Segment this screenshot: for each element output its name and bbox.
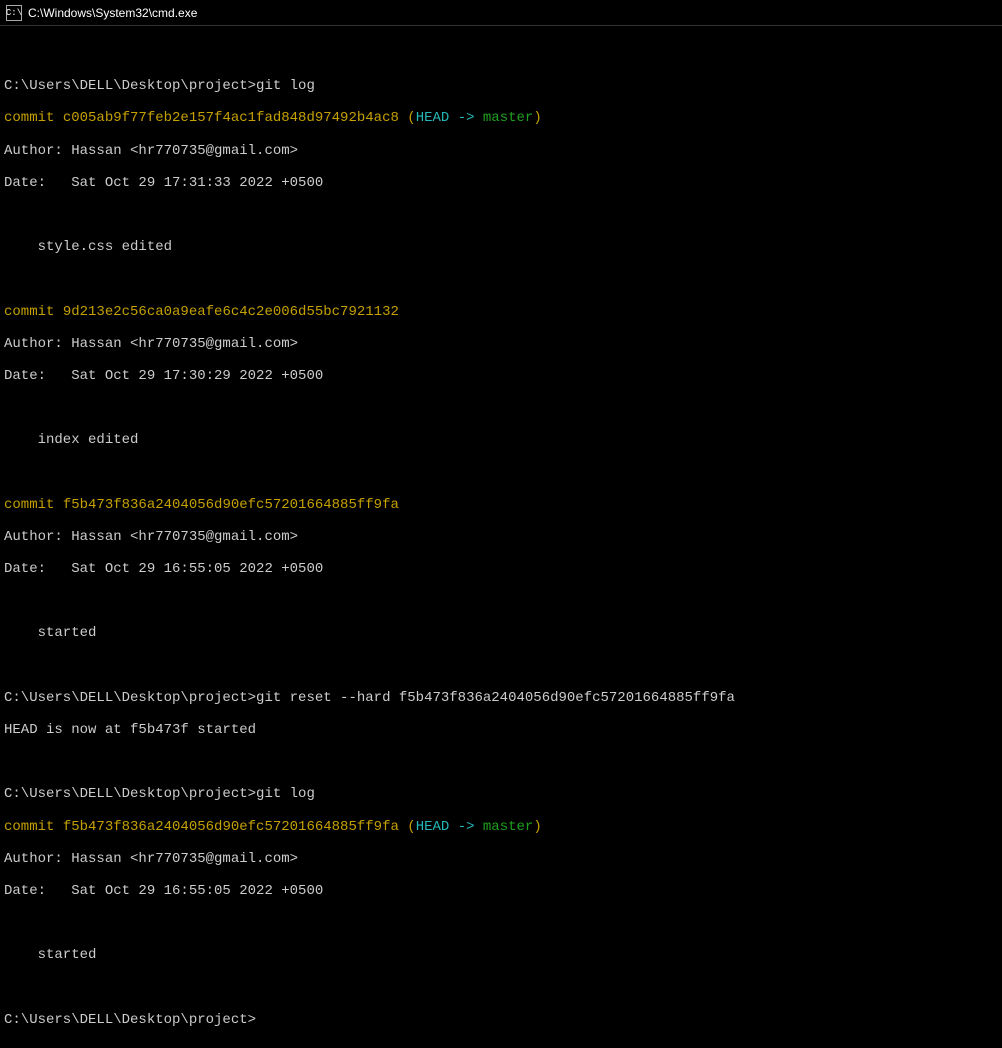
command: git log: [256, 786, 315, 802]
prompt-line: C:\Users\DELL\Desktop\project>git log: [4, 786, 998, 802]
branch-ref: master: [483, 819, 533, 835]
prompt-line: C:\Users\DELL\Desktop\project>git reset …: [4, 690, 998, 706]
commit-hash: c005ab9f77feb2e157f4ac1fad848d97492b4ac8: [63, 110, 399, 126]
commit-line: commit 9d213e2c56ca0a9eafe6c4c2e006d55bc…: [4, 304, 998, 320]
prompt: C:\Users\DELL\Desktop\project>: [4, 1012, 256, 1028]
date-line: Date: Sat Oct 29 16:55:05 2022 +0500: [4, 561, 998, 577]
blank-line: [4, 754, 998, 770]
date-line: Date: Sat Oct 29 17:30:29 2022 +0500: [4, 368, 998, 384]
author-line: Author: Hassan <hr770735@gmail.com>: [4, 851, 998, 867]
prompt: C:\Users\DELL\Desktop\project>: [4, 786, 256, 802]
head-ref: HEAD ->: [416, 110, 483, 126]
blank-line: [4, 400, 998, 416]
date-line: Date: Sat Oct 29 16:55:05 2022 +0500: [4, 883, 998, 899]
prompt: C:\Users\DELL\Desktop\project>: [4, 690, 256, 706]
blank-line: [4, 980, 998, 996]
commit-line: commit c005ab9f77feb2e157f4ac1fad848d974…: [4, 110, 998, 126]
prompt-line: C:\Users\DELL\Desktop\project>: [4, 1012, 998, 1028]
terminal-output[interactable]: C:\Users\DELL\Desktop\project>git log co…: [0, 26, 1002, 1048]
blank-line: [4, 593, 998, 609]
prompt-line: C:\Users\DELL\Desktop\project>git log: [4, 78, 998, 94]
commit-msg: started: [4, 625, 998, 641]
paren: (: [399, 110, 416, 126]
commit-label: commit: [4, 497, 63, 513]
commit-line: commit f5b473f836a2404056d90efc572016648…: [4, 497, 998, 513]
commit-msg: started: [4, 947, 998, 963]
blank-line: [4, 465, 998, 481]
commit-hash: f5b473f836a2404056d90efc57201664885ff9fa: [63, 819, 399, 835]
commit-msg: index edited: [4, 432, 998, 448]
author-line: Author: Hassan <hr770735@gmail.com>: [4, 336, 998, 352]
blank-line: [4, 271, 998, 287]
window-titlebar[interactable]: C:\ C:\Windows\System32\cmd.exe: [0, 0, 1002, 26]
window-title: C:\Windows\System32\cmd.exe: [28, 6, 197, 20]
paren: ): [533, 819, 541, 835]
commit-label: commit: [4, 819, 63, 835]
blank-line: [4, 46, 998, 62]
blank-line: [4, 658, 998, 674]
branch-ref: master: [483, 110, 533, 126]
blank-line: [4, 915, 998, 931]
output-line: HEAD is now at f5b473f started: [4, 722, 998, 738]
commit-line: commit f5b473f836a2404056d90efc572016648…: [4, 819, 998, 835]
blank-line: [4, 207, 998, 223]
date-line: Date: Sat Oct 29 17:31:33 2022 +0500: [4, 175, 998, 191]
commit-hash: f5b473f836a2404056d90efc57201664885ff9fa: [63, 497, 399, 513]
prompt: C:\Users\DELL\Desktop\project>: [4, 78, 256, 94]
head-ref: HEAD ->: [416, 819, 483, 835]
commit-msg: style.css edited: [4, 239, 998, 255]
commit-label: commit: [4, 110, 63, 126]
commit-hash: 9d213e2c56ca0a9eafe6c4c2e006d55bc7921132: [63, 304, 399, 320]
author-line: Author: Hassan <hr770735@gmail.com>: [4, 143, 998, 159]
command: git reset --hard f5b473f836a2404056d90ef…: [256, 690, 735, 706]
paren: ): [533, 110, 541, 126]
author-line: Author: Hassan <hr770735@gmail.com>: [4, 529, 998, 545]
command: git log: [256, 78, 315, 94]
cmd-icon: C:\: [6, 5, 22, 21]
commit-label: commit: [4, 304, 63, 320]
paren: (: [399, 819, 416, 835]
